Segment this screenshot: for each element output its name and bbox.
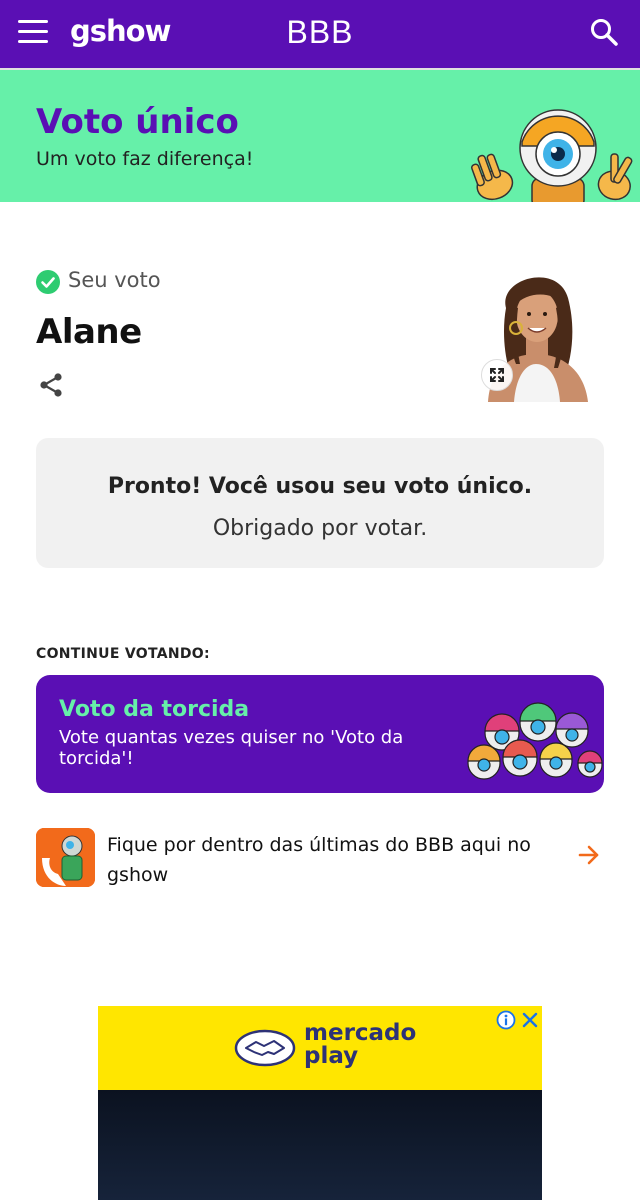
vote-status-label: Seu voto <box>68 268 161 292</box>
confirmation-regular-text: Obrigado por votar. <box>212 516 428 541</box>
mascot-crowd-icon <box>467 702 603 780</box>
info-icon[interactable] <box>496 1010 516 1030</box>
check-circle-icon <box>36 270 60 294</box>
continue-voting-label: CONTINUE VOTANDO: <box>36 646 210 662</box>
banner-title: Voto único <box>36 102 239 142</box>
share-icon[interactable] <box>38 372 64 398</box>
confirmation-message: Pronto! Você usou seu voto único. Obriga… <box>56 466 584 550</box>
bbb-eye-mascot-icon <box>471 109 633 202</box>
gshow-logo[interactable]: gshow <box>70 14 171 48</box>
expand-icon[interactable] <box>481 359 513 391</box>
voto-da-torcida-card[interactable]: Voto da torcida Vote quantas vezes quise… <box>36 675 604 793</box>
ad-brand-name: mercado play <box>304 1022 416 1068</box>
search-icon[interactable] <box>588 16 620 48</box>
candidate-name: Alane <box>36 312 142 352</box>
hamburger-menu-icon[interactable] <box>18 20 48 44</box>
ad-brand-line1: mercado <box>304 1020 417 1046</box>
confirmation-box: Pronto! Você usou seu voto único. Obriga… <box>36 438 604 568</box>
torcida-card-description: Vote quantas vezes quiser no 'Voto da to… <box>59 727 404 769</box>
bbb-news-link[interactable]: Fique por dentro das últimas do BBB aqui… <box>36 828 604 890</box>
handshake-logo-icon <box>234 1029 296 1067</box>
ad-brand-line2: play <box>304 1043 359 1069</box>
gshow-app-thumbnail <box>36 828 95 887</box>
mercado-play-ad[interactable]: mercado play <box>98 1006 542 1200</box>
news-link-text: Fique por dentro das últimas do BBB aqui… <box>107 834 531 886</box>
torcida-card-title: Voto da torcida <box>59 697 250 722</box>
ad-video-area <box>98 1090 542 1200</box>
voto-unico-banner: Voto único Um voto faz diferença! <box>0 68 640 202</box>
arrow-right-icon[interactable] <box>576 842 602 868</box>
top-bar: gshow BBB <box>0 0 640 68</box>
close-icon[interactable] <box>520 1010 540 1030</box>
ad-banner-top: mercado play <box>98 1006 542 1090</box>
confirmation-bold-text: Pronto! Você usou seu voto único. <box>107 474 533 499</box>
banner-subtitle: Um voto faz diferença! <box>36 148 254 170</box>
